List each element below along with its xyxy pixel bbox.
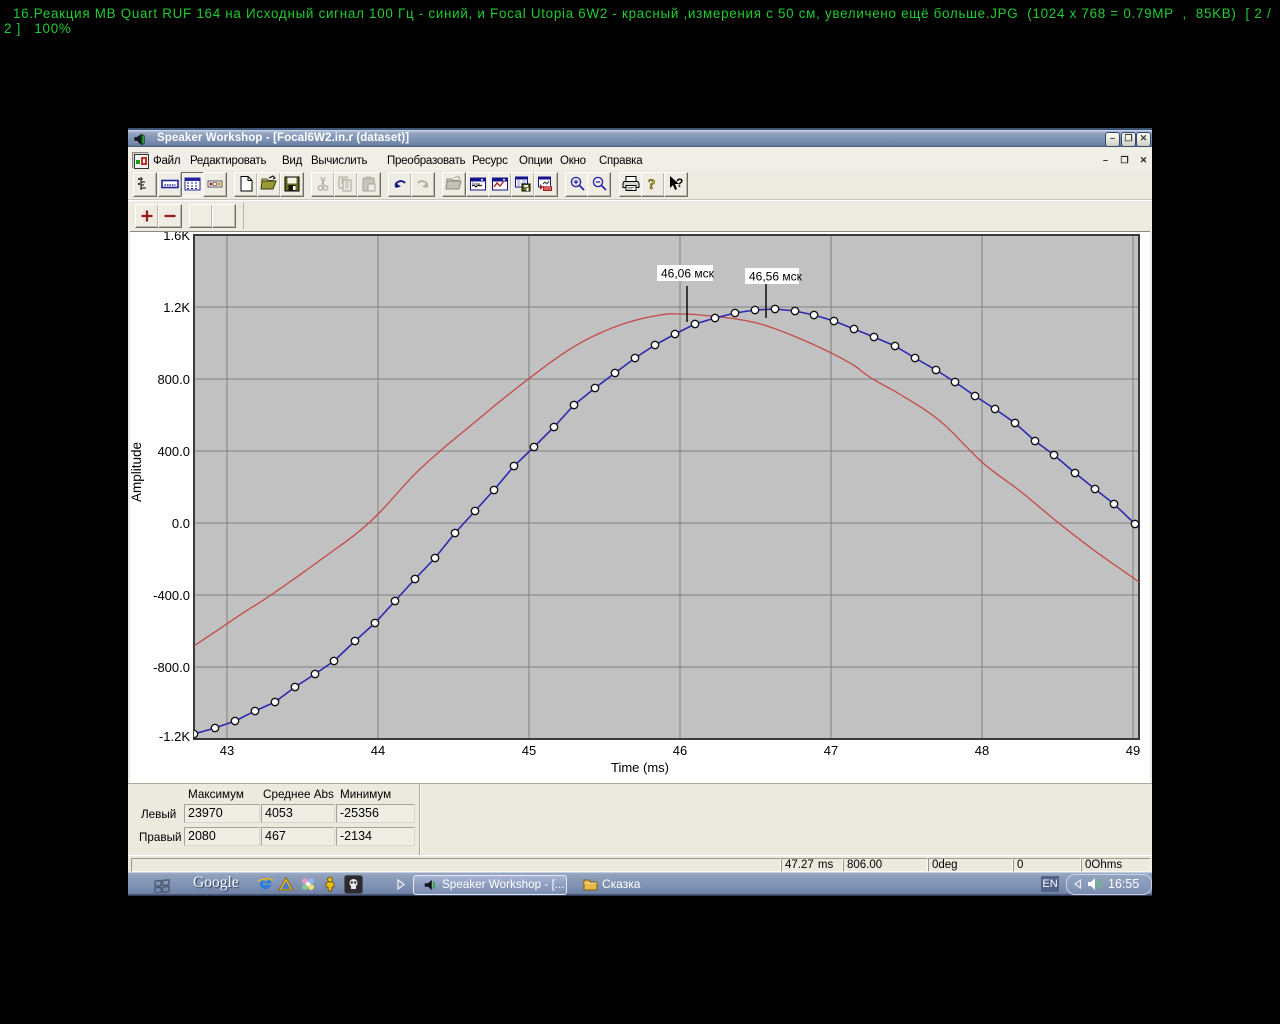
svg-text:Freq: Freq bbox=[472, 181, 480, 186]
svg-text:Amplitude: Amplitude bbox=[130, 442, 144, 502]
svg-text:800.0: 800.0 bbox=[157, 372, 190, 387]
svg-text:-800.0: -800.0 bbox=[153, 660, 190, 675]
svg-text:46,56 мск: 46,56 мск bbox=[749, 270, 803, 284]
svg-text:43: 43 bbox=[220, 743, 234, 758]
svg-text:400.0: 400.0 bbox=[157, 444, 190, 459]
svg-text:Time (ms): Time (ms) bbox=[611, 760, 669, 775]
svg-text:48: 48 bbox=[975, 743, 989, 758]
svg-text:44: 44 bbox=[371, 743, 385, 758]
svg-text:0.0: 0.0 bbox=[172, 516, 190, 531]
svg-text:49: 49 bbox=[1126, 743, 1140, 758]
svg-text:46: 46 bbox=[673, 743, 687, 758]
svg-text:47: 47 bbox=[824, 743, 838, 758]
svg-text:1.6K: 1.6K bbox=[163, 232, 190, 243]
svg-text:45: 45 bbox=[522, 743, 536, 758]
svg-text:?: ? bbox=[648, 177, 656, 193]
svg-text:-1.2K: -1.2K bbox=[159, 729, 190, 744]
svg-text:-400.0: -400.0 bbox=[153, 588, 190, 603]
svg-text:?: ? bbox=[676, 176, 683, 190]
svg-text:46,06 мск: 46,06 мск bbox=[661, 267, 715, 281]
svg-text:1.2K: 1.2K bbox=[163, 300, 190, 315]
